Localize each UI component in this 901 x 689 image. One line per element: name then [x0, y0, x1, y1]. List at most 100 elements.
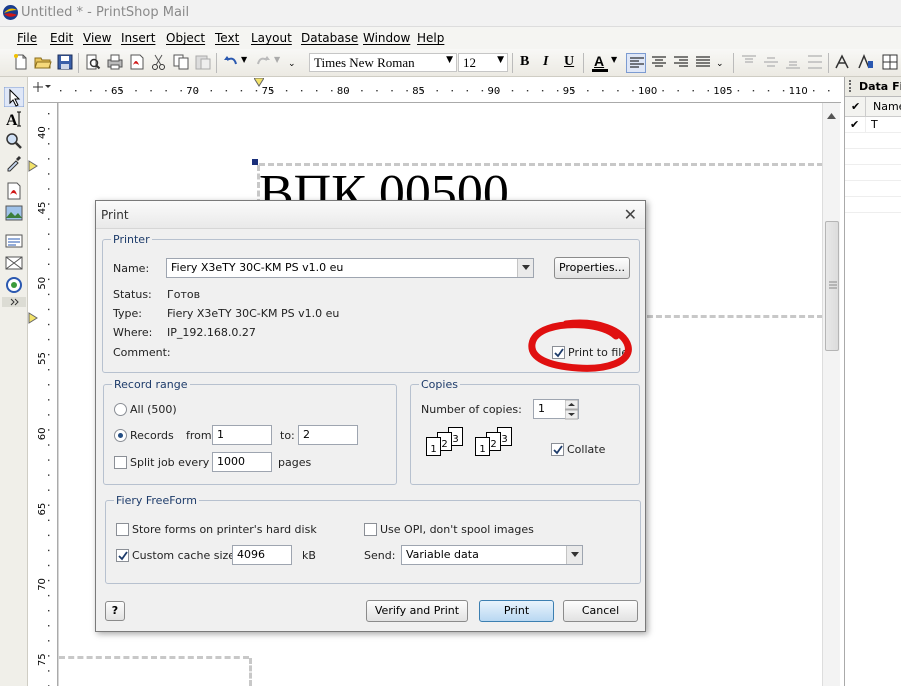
- eyedropper-icon[interactable]: [4, 153, 24, 173]
- checkmark-icon: [553, 445, 563, 455]
- field-checked-icon[interactable]: ✔: [850, 118, 859, 131]
- printer-name-select[interactable]: Fiery X3eTY 30C-KM PS v1.0 eu: [166, 258, 534, 278]
- ruler-label: 45: [37, 202, 48, 215]
- open-folder-icon[interactable]: [34, 53, 52, 71]
- chevron-down-icon[interactable]: [566, 546, 582, 564]
- underline-button[interactable]: U: [564, 54, 574, 70]
- select-arrow-icon[interactable]: [4, 87, 24, 107]
- menu-text[interactable]: Text: [215, 31, 239, 45]
- font-color-button[interactable]: A: [590, 52, 610, 74]
- frame-object-icon[interactable]: [4, 253, 24, 273]
- menu-window[interactable]: Window: [363, 31, 410, 45]
- data-field-row[interactable]: ✔ T: [845, 117, 901, 133]
- store-forms-checkbox[interactable]: [116, 523, 129, 536]
- align-justify-button[interactable]: [693, 53, 713, 73]
- font-color-dropdown-icon[interactable]: ▼: [611, 55, 617, 64]
- align-right-button[interactable]: [671, 53, 691, 73]
- barcode-object-icon[interactable]: [4, 275, 24, 295]
- ruler-label: 70: [37, 578, 48, 591]
- panel-grip-icon[interactable]: [849, 80, 852, 92]
- split-job-checkbox[interactable]: [114, 456, 127, 469]
- margin-marker-icon[interactable]: [28, 160, 38, 172]
- send-select[interactable]: Variable data: [401, 545, 583, 565]
- properties-button[interactable]: Properties...: [554, 257, 630, 279]
- font-name-select[interactable]: Times New Roman ▼: [309, 53, 457, 72]
- print-button[interactable]: Print: [479, 600, 554, 622]
- records-radio[interactable]: [114, 429, 127, 442]
- to-input[interactable]: 2: [298, 425, 358, 445]
- custom-cache-checkbox[interactable]: [116, 549, 129, 562]
- menu-database[interactable]: Database: [301, 31, 358, 45]
- ruler-ticks: 40 45 50 55 60 65 70 75: [28, 113, 50, 687]
- ruler-label: 95: [563, 86, 576, 97]
- store-forms-label[interactable]: Store forms on printer's hard disk: [132, 523, 317, 536]
- print-preview-icon[interactable]: [84, 53, 102, 71]
- toolstrip-expand-button[interactable]: [2, 297, 26, 307]
- data-fields-panel: Data Fie ✔ Name ✔ T: [844, 77, 901, 686]
- text-fit-icon[interactable]: [856, 53, 874, 71]
- align-left-button[interactable]: [626, 53, 646, 73]
- scrollbar-thumb[interactable]: [825, 221, 839, 351]
- text-tool-icon[interactable]: A: [4, 109, 24, 129]
- all-records-label[interactable]: All (500): [130, 403, 177, 416]
- custom-cache-input[interactable]: 4096: [232, 545, 292, 565]
- indent-marker-icon[interactable]: [253, 77, 265, 87]
- menu-view[interactable]: View: [83, 31, 111, 45]
- ruler-tick: [662, 90, 664, 92]
- cut-icon[interactable]: [150, 53, 168, 71]
- split-job-label[interactable]: Split job every: [130, 456, 209, 469]
- menu-insert[interactable]: Insert: [121, 31, 155, 45]
- print-icon[interactable]: [106, 53, 124, 71]
- copies-spinner[interactable]: [565, 400, 578, 420]
- menu-help[interactable]: Help: [417, 31, 444, 45]
- chevron-down-icon[interactable]: [517, 259, 533, 277]
- italic-button[interactable]: I: [543, 54, 548, 70]
- check-column-icon[interactable]: ✔: [851, 100, 860, 113]
- verify-and-print-button[interactable]: Verify and Print: [366, 600, 468, 622]
- save-icon[interactable]: [56, 53, 74, 71]
- collate-checkbox[interactable]: [551, 443, 564, 456]
- help-button[interactable]: ?: [105, 601, 125, 621]
- image-object-icon[interactable]: [4, 203, 24, 223]
- use-opi-label[interactable]: Use OPI, don't spool images: [380, 523, 534, 536]
- name-column-header[interactable]: Name: [873, 100, 901, 113]
- toolbar-overflow-icon[interactable]: ⌄: [288, 59, 296, 69]
- menu-edit[interactable]: Edit: [50, 31, 73, 45]
- menu-file[interactable]: File: [17, 31, 37, 45]
- split-job-input[interactable]: 1000: [212, 452, 272, 472]
- font-size-select[interactable]: 12 ▼: [458, 53, 508, 72]
- table-icon[interactable]: [881, 53, 899, 71]
- textbox-object-icon[interactable]: [4, 231, 24, 251]
- toolbar-separator: [78, 53, 79, 73]
- scroll-up-icon[interactable]: [827, 113, 836, 119]
- text-rotate-icon[interactable]: [834, 53, 852, 71]
- close-icon[interactable]: ✕: [624, 205, 637, 224]
- zoom-icon[interactable]: [4, 131, 24, 151]
- data-fields-title: Data Fie: [859, 80, 901, 93]
- selection-handle[interactable]: [252, 159, 258, 165]
- copy-icon[interactable]: [172, 53, 190, 71]
- menu-layout[interactable]: Layout: [251, 31, 292, 45]
- records-label[interactable]: Records: [130, 429, 174, 442]
- export-pdf-icon[interactable]: [128, 53, 146, 71]
- use-opi-checkbox[interactable]: [364, 523, 377, 536]
- align-center-button[interactable]: [649, 53, 669, 73]
- ruler-tick: [421, 90, 423, 92]
- vertical-scrollbar[interactable]: [822, 103, 840, 686]
- undo-dropdown-icon[interactable]: ▼: [241, 55, 247, 64]
- collate-label[interactable]: Collate: [567, 443, 605, 456]
- ruler-tick: [48, 640, 50, 642]
- pdf-object-icon[interactable]: [4, 181, 24, 201]
- all-records-radio[interactable]: [114, 403, 127, 416]
- bold-button[interactable]: B: [520, 54, 529, 70]
- toolbar-overflow-icon[interactable]: ⌄: [716, 59, 724, 69]
- menu-object[interactable]: Object: [166, 31, 205, 45]
- custom-cache-label[interactable]: Custom cache size:: [132, 549, 239, 562]
- margin-marker-icon[interactable]: [28, 312, 38, 324]
- ruler-tick: [587, 90, 589, 92]
- cancel-button[interactable]: Cancel: [563, 600, 638, 622]
- dialog-title-bar[interactable]: Print ✕: [96, 201, 645, 229]
- undo-icon[interactable]: [222, 53, 240, 71]
- new-document-icon[interactable]: [12, 53, 30, 71]
- from-input[interactable]: 1: [212, 425, 272, 445]
